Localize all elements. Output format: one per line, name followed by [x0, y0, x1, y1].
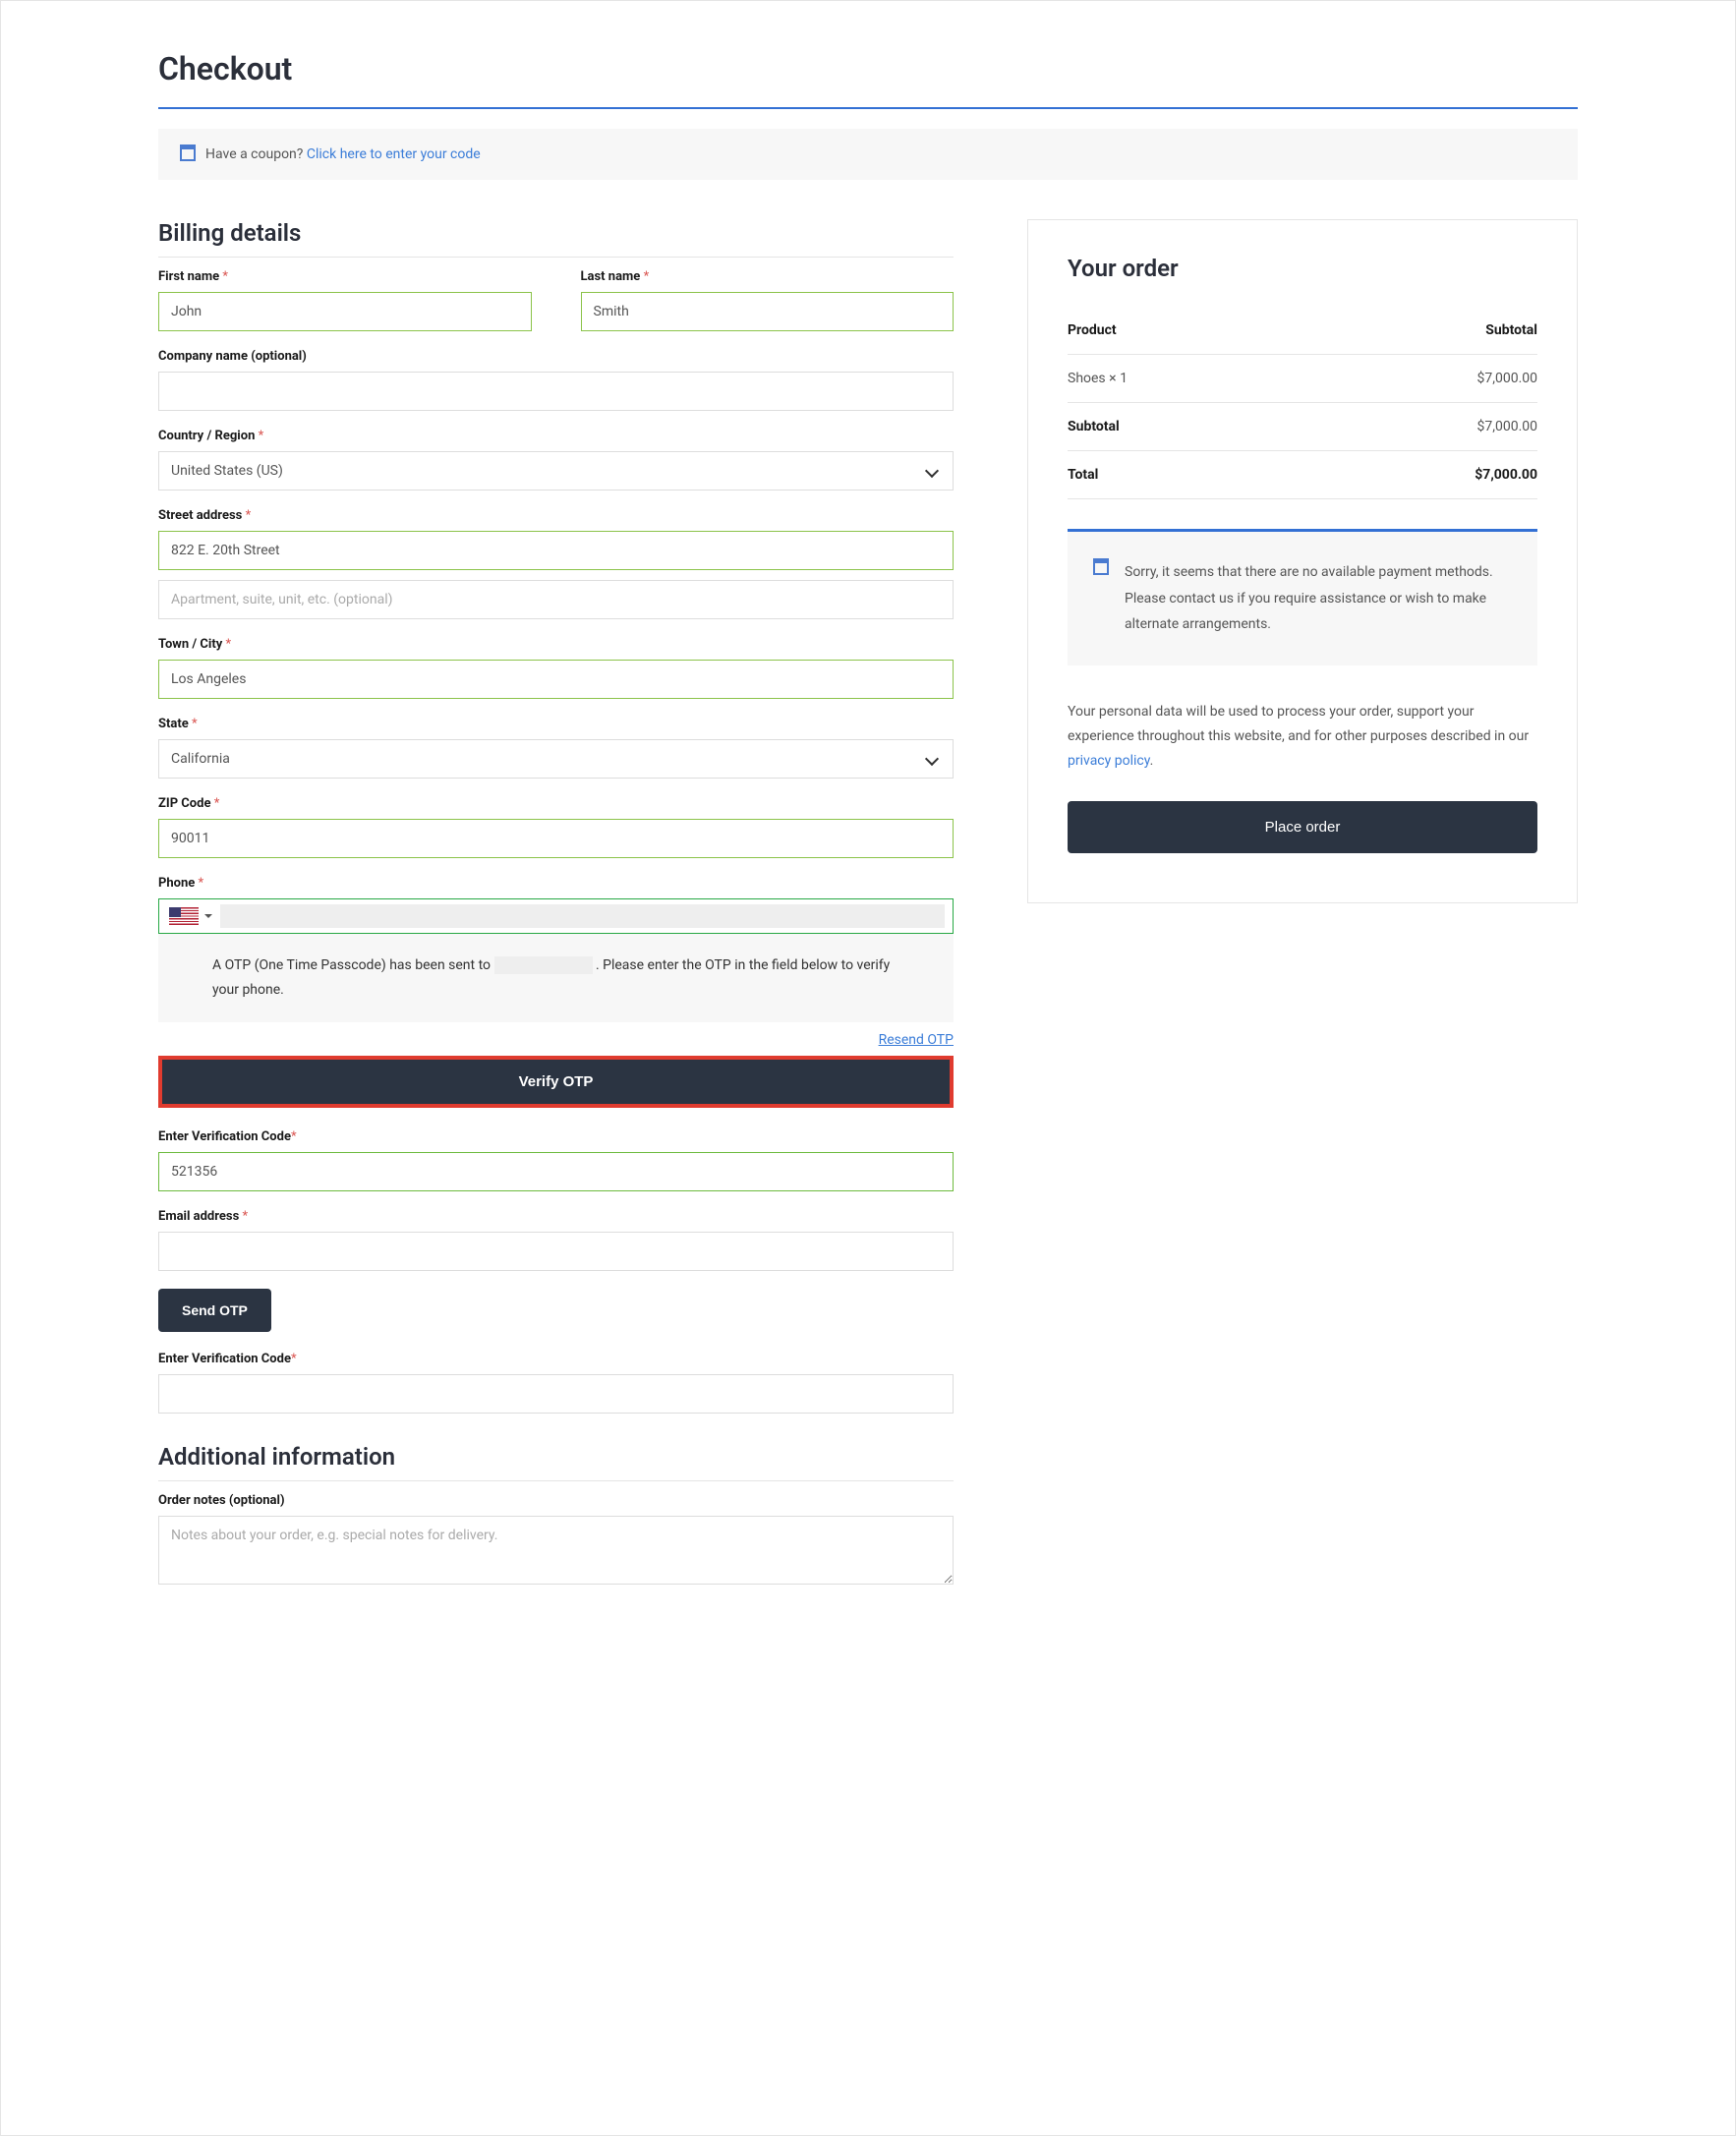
resend-row: Resend OTP [158, 1032, 954, 1048]
resend-otp-link[interactable]: Resend OTP [879, 1032, 954, 1048]
privacy-dot: . [1150, 753, 1154, 769]
privacy-body: Your personal data will be used to proce… [1068, 704, 1529, 744]
item-price: $7,000.00 [1298, 355, 1537, 403]
city-label: Town / City * [158, 637, 954, 652]
send-otp-button[interactable]: Send OTP [158, 1289, 271, 1332]
coupon-text: Have a coupon? Click here to enter your … [205, 146, 481, 162]
otp-phone-masked [494, 956, 593, 974]
phone-value-masked [220, 904, 945, 928]
chevron-down-icon [925, 752, 939, 766]
country-label: Country / Region * [158, 429, 954, 443]
th-subtotal: Subtotal [1298, 307, 1537, 355]
verification-code-input[interactable] [158, 1152, 954, 1191]
company-label: Company name (optional) [158, 349, 954, 364]
flag-caret-icon [204, 914, 212, 918]
last-name-input[interactable] [581, 292, 955, 331]
state-label: State * [158, 717, 954, 731]
order-notes-textarea[interactable] [158, 1516, 954, 1585]
phone-input-row[interactable] [158, 898, 954, 934]
total-value: $7,000.00 [1298, 451, 1537, 499]
order-heading: Your order [1068, 255, 1537, 282]
otp-message-box: A OTP (One Time Passcode) has been sent … [158, 934, 954, 1022]
zip-label: ZIP Code * [158, 796, 954, 811]
state-select[interactable]: California [158, 739, 954, 779]
additional-heading: Additional information [158, 1443, 954, 1481]
subtotal-value: $7,000.00 [1298, 403, 1537, 451]
payment-notice-text: Sorry, it seems that there are no availa… [1125, 564, 1493, 632]
phone-label: Phone * [158, 876, 954, 891]
billing-heading: Billing details [158, 219, 954, 258]
country-value: United States (US) [171, 463, 283, 479]
title-divider [158, 107, 1578, 109]
first-name-input[interactable] [158, 292, 532, 331]
coupon-icon [180, 147, 196, 161]
verification-code2-input[interactable] [158, 1374, 954, 1414]
privacy-text: Your personal data will be used to proce… [1068, 700, 1537, 775]
vcode-label: Enter Verification Code* [158, 1129, 954, 1144]
street2-input[interactable] [158, 580, 954, 619]
order-summary-table: Product Subtotal Shoes × 1 $7,000.00 Sub… [1068, 307, 1537, 499]
email-input[interactable] [158, 1232, 954, 1271]
city-input[interactable] [158, 660, 954, 699]
street-input[interactable] [158, 531, 954, 570]
last-name-label: Last name * [581, 269, 955, 284]
first-name-label: First name * [158, 269, 532, 284]
coupon-bar: Have a coupon? Click here to enter your … [158, 129, 1578, 180]
item-name: Shoes × 1 [1068, 355, 1298, 403]
otp-msg-pre: A OTP (One Time Passcode) has been sent … [212, 957, 494, 973]
company-input[interactable] [158, 372, 954, 411]
state-value: California [171, 751, 230, 767]
subtotal-label: Subtotal [1068, 403, 1298, 451]
street-label: Street address * [158, 508, 954, 523]
us-flag-icon [169, 907, 199, 925]
total-label: Total [1068, 451, 1298, 499]
zip-input[interactable] [158, 819, 954, 858]
vcode2-label: Enter Verification Code* [158, 1352, 954, 1366]
place-order-button[interactable]: Place order [1068, 801, 1537, 853]
notice-icon [1093, 561, 1109, 575]
coupon-prompt: Have a coupon? [205, 146, 307, 162]
payment-notice: Sorry, it seems that there are no availa… [1068, 529, 1537, 665]
notes-label: Order notes (optional) [158, 1493, 954, 1508]
coupon-link[interactable]: Click here to enter your code [307, 146, 481, 162]
email-label: Email address * [158, 1209, 954, 1224]
page-title: Checkout [158, 50, 1578, 87]
verify-otp-button[interactable]: Verify OTP [158, 1056, 954, 1108]
th-product: Product [1068, 307, 1298, 355]
country-select[interactable]: United States (US) [158, 451, 954, 491]
chevron-down-icon [925, 464, 939, 478]
privacy-policy-link[interactable]: privacy policy [1068, 753, 1150, 769]
